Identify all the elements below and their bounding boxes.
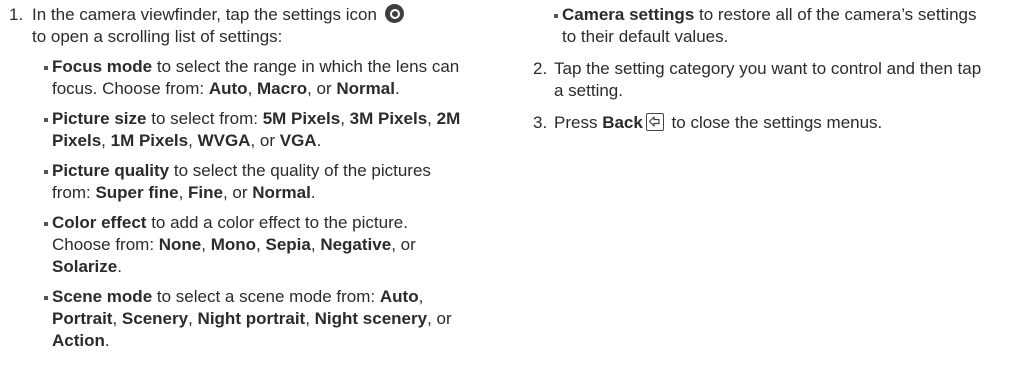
option: Normal — [336, 79, 395, 98]
scene-mode-text: Scene mode to select a scene mode from: … — [52, 286, 470, 352]
option: Mono — [210, 235, 257, 254]
option: Negative — [320, 235, 392, 254]
step-3-pre: Press — [554, 113, 603, 132]
picture-quality-text: Picture quality to select the quality of… — [52, 160, 470, 204]
description: to select from: — [146, 109, 263, 128]
bullet — [554, 14, 558, 18]
step-3: 3. Press Back to close the settings menu… — [533, 112, 990, 134]
separator: , or — [391, 235, 416, 254]
option: Action — [52, 331, 105, 350]
option: 1M Pixels — [110, 131, 189, 150]
bullet — [44, 170, 48, 174]
separator: , or — [307, 79, 337, 98]
option: Auto — [208, 79, 248, 98]
back-icon — [645, 113, 664, 131]
setting-name: Picture quality — [52, 161, 170, 180]
bullet — [44, 222, 48, 226]
picture-size-text: Picture size to select from: 5M Pixels , … — [52, 108, 470, 152]
step-1-text-b: to open a scrolling list of settings: — [32, 27, 283, 46]
bullet — [44, 66, 48, 70]
period: . — [104, 331, 110, 350]
setting-name: Scene mode — [52, 287, 153, 306]
separator: , — [256, 235, 266, 254]
setting-name: Focus mode — [52, 57, 153, 76]
bullet — [44, 118, 48, 122]
option: 5M Pixels — [262, 109, 341, 128]
color-effect-text: Color effect to add a color effect to th… — [52, 212, 470, 278]
separator: , — [418, 287, 424, 306]
separator: , — [427, 109, 437, 128]
separator: , — [178, 183, 189, 202]
separator: , or — [250, 131, 280, 150]
setting-name: Picture size — [52, 109, 147, 128]
bullet — [44, 296, 48, 300]
option: None — [158, 235, 202, 254]
settings-icon — [384, 4, 404, 23]
option: Macro — [257, 79, 308, 98]
step-1: 1. In the camera viewfinder, tap the set… — [0, 4, 470, 48]
step-number: 1. — [9, 5, 24, 24]
option: WVGA — [197, 131, 251, 150]
back-key-label: Back — [602, 113, 643, 132]
option: Sepia — [265, 235, 311, 254]
step-1-text-a: In the camera viewfinder, tap the settin… — [32, 5, 377, 24]
period: . — [316, 131, 322, 150]
step-2: 2. Tap the setting category you want to … — [533, 58, 990, 102]
color-effect-item: Color effect to add a color effect to th… — [44, 212, 470, 278]
period: . — [310, 183, 316, 202]
separator: , or — [222, 183, 253, 202]
separator: , — [101, 131, 111, 150]
separator: , — [188, 131, 198, 150]
separator: , — [201, 235, 211, 254]
setting-name: Camera settings — [562, 5, 695, 24]
separator: , — [112, 309, 122, 328]
separator: , — [340, 109, 350, 128]
option: 3M Pixels — [349, 109, 428, 128]
left-column: 1. In the camera viewfinder, tap the set… — [0, 0, 470, 352]
option: Super fine — [95, 183, 179, 202]
step-number: 2. — [533, 59, 548, 78]
step-number: 3. — [533, 113, 548, 132]
setting-name: Color effect — [52, 213, 147, 232]
step-text: In the camera viewfinder, tap the settin… — [32, 4, 470, 48]
description: to select a scene mode from: — [152, 287, 380, 306]
option: Auto — [379, 287, 419, 306]
separator: , — [247, 79, 258, 98]
period: . — [117, 257, 122, 276]
step-text: Tap the setting category you want to con… — [554, 59, 982, 100]
option: Solarize — [52, 257, 118, 276]
step-text: Press Back to close the settings menus. — [554, 112, 990, 134]
focus-mode-text: Focus mode to select the range in which … — [52, 56, 470, 100]
picture-quality-item: Picture quality to select the quality of… — [44, 160, 470, 204]
option: Fine — [188, 183, 223, 202]
separator: , or — [427, 309, 452, 328]
period: . — [394, 79, 400, 98]
option: Scenery — [121, 309, 189, 328]
separator: , — [305, 309, 315, 328]
camera-settings-text: Camera settings to restore all of the ca… — [562, 4, 990, 48]
option: Night scenery — [314, 309, 428, 328]
camera-settings-item: Camera settings to restore all of the ca… — [554, 4, 990, 48]
option: Portrait — [52, 309, 113, 328]
step-3-post: to close the settings menus. — [666, 113, 883, 132]
separator: , — [310, 235, 321, 254]
focus-mode-item: Focus mode to select the range in which … — [44, 56, 470, 100]
option: Normal — [252, 183, 311, 202]
picture-size-item: Picture size to select from: 5M Pixels , … — [44, 108, 470, 152]
separator: , — [188, 309, 198, 328]
option: VGA — [279, 131, 317, 150]
right-column: Camera settings to restore all of the ca… — [533, 0, 990, 134]
scene-mode-item: Scene mode to select a scene mode from: … — [44, 286, 470, 352]
option: Night portrait — [197, 309, 306, 328]
